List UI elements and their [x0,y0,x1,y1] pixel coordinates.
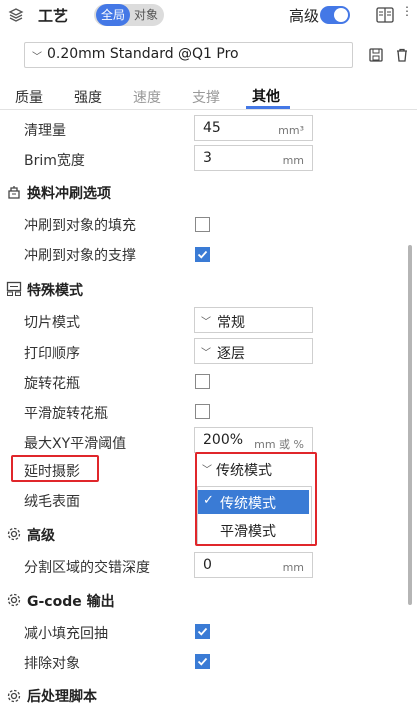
interlock-depth-label: 分割区域的交错深度 [24,560,150,576]
purge-volume-label: 清理量 [24,123,66,139]
timelapse-select-highlight [195,452,317,546]
exclude-objects-checkbox[interactable] [195,654,210,669]
flush-infill-checkbox[interactable] [195,217,210,232]
more-icon[interactable]: ⋮ [401,4,413,18]
gear-icon [6,688,22,708]
advanced-label: 高级 [289,7,320,25]
section-advanced-title: 高级 [27,528,55,544]
fuzzy-skin-label: 绒毛表面 [24,494,80,510]
chevron-down-icon: ﹀ [32,52,42,63]
spiral-vase-checkbox[interactable] [195,374,210,389]
chevron-down-icon: ﹀ [201,348,211,359]
interlock-depth-input[interactable]: 0 mm [194,552,313,578]
brim-width-input[interactable]: 3 mm [194,145,313,171]
tab-support[interactable]: 支撑 [192,87,220,107]
purge-volume-input[interactable]: 45 mm³ [194,115,313,141]
delete-icon[interactable] [395,47,409,66]
slice-mode-select[interactable]: ﹀ 常规 [194,307,313,333]
max-xy-smoothing-label: 最大XY平滑阈值 [24,436,127,452]
preset-select[interactable]: ﹀ 0.20mm Standard @Q1 Pro [24,42,353,68]
chevron-down-icon: ﹀ [201,317,211,328]
slice-mode-label: 切片模式 [24,315,80,331]
tab-strength[interactable]: 强度 [74,87,102,107]
tab-quality[interactable]: 质量 [15,87,43,107]
tab-others[interactable]: 其他 [252,86,280,106]
flush-support-label: 冲刷到对象的支撑 [24,248,136,264]
flush-icon [6,184,22,204]
smooth-spiral-label: 平滑旋转花瓶 [24,406,108,422]
process-panel: 工艺 全局 对象 高级 ⋮ ﹀ 0.20mm Standard @Q1 Pro … [0,0,417,712]
brim-width-label: Brim宽度 [24,153,85,169]
print-sequence-select[interactable]: ﹀ 逐层 [194,338,313,364]
gear-icon [6,592,22,612]
mode-object-button[interactable]: 对象 [134,4,158,26]
timelapse-label: 延时摄影 [24,464,80,480]
scrollbar[interactable] [408,245,412,605]
tab-speed[interactable]: 速度 [133,87,161,107]
preset-name: 0.20mm Standard @Q1 Pro [47,46,239,62]
compare-icon[interactable] [376,6,394,28]
panel-title: 工艺 [38,7,69,25]
section-special-title: 特殊模式 [27,283,83,299]
process-icon [8,7,24,27]
gear-icon [6,526,22,546]
mode-global-button[interactable]: 全局 [96,4,130,26]
max-xy-smoothing-input[interactable]: 200% mm 或 % [194,427,313,453]
flush-infill-label: 冲刷到对象的填充 [24,218,136,234]
tab-divider [0,109,417,110]
reduce-retract-checkbox[interactable] [195,624,210,639]
save-icon[interactable] [369,47,383,66]
section-gcode-title: G-code 输出 [27,594,115,610]
special-mode-icon [6,281,22,301]
section-flush-title: 换料冲刷选项 [27,186,111,202]
section-post-title: 后处理脚本 [27,689,97,705]
flush-support-checkbox[interactable] [195,247,210,262]
smooth-spiral-checkbox[interactable] [195,404,210,419]
reduce-retract-label: 减小填充回抽 [24,626,108,642]
spiral-vase-label: 旋转花瓶 [24,376,80,392]
print-sequence-label: 打印顺序 [24,346,80,362]
exclude-objects-label: 排除对象 [24,656,80,672]
advanced-toggle[interactable] [320,6,350,24]
